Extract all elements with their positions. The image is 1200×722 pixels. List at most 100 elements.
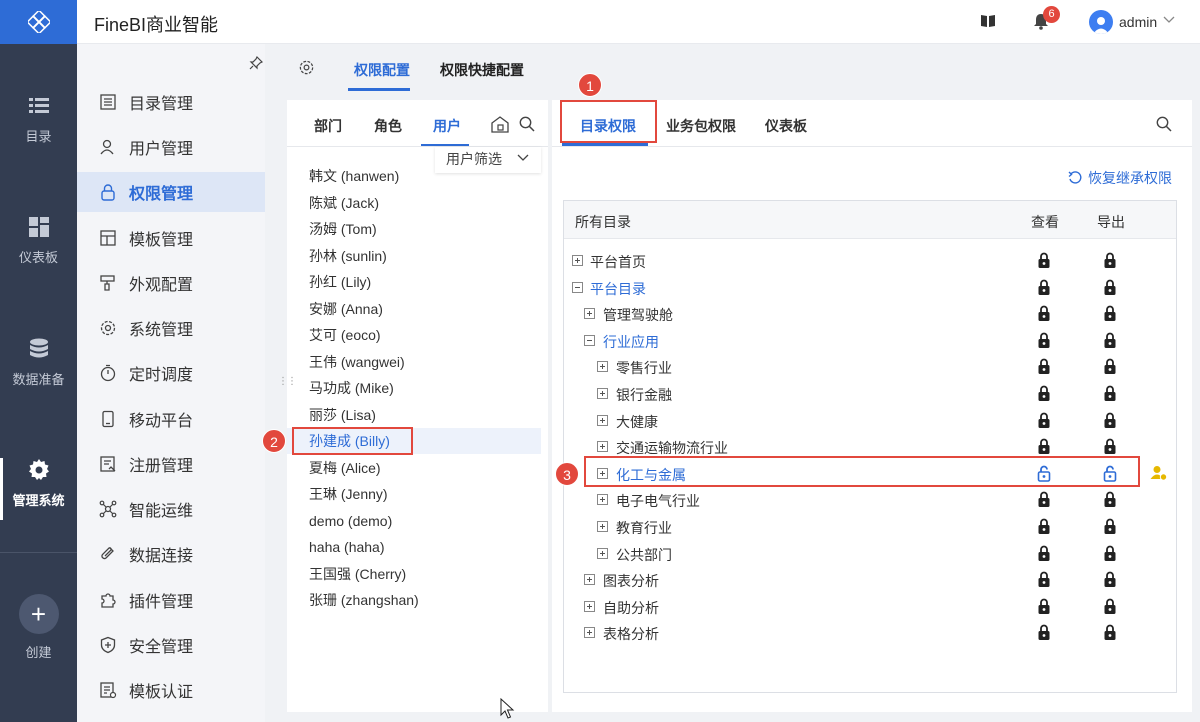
tree-row[interactable]: 银行金融 [564,381,1176,407]
restore-inherit-button[interactable]: 恢复继承权限 [1068,168,1172,188]
view-lock-icon[interactable] [1037,252,1051,269]
view-lock-icon[interactable] [1037,279,1051,296]
view-lock-icon[interactable] [1037,491,1051,508]
tree-node-label[interactable]: 平台目录 [590,279,646,299]
menu-item-register[interactable]: 注册管理 [77,444,265,484]
expand-icon[interactable] [597,388,608,399]
tree-row[interactable]: 电子电气行业 [564,487,1176,513]
book-icon[interactable] [980,14,996,28]
view-lock-icon[interactable] [1037,518,1051,535]
export-lock-icon[interactable] [1103,252,1117,269]
expand-icon[interactable] [597,547,608,559]
tree-row[interactable]: 表格分析 [564,620,1176,646]
view-lock-icon[interactable] [1037,571,1051,588]
export-lock-icon[interactable] [1103,598,1117,615]
menu-item-plugins[interactable]: 插件管理 [77,580,265,620]
tab-role[interactable]: 角色 [374,116,402,136]
view-lock-icon[interactable] [1037,305,1051,322]
view-lock-icon[interactable] [1037,332,1051,349]
user-row[interactable]: 汤姆 (Tom) [287,216,541,242]
expand-icon[interactable] [584,574,595,586]
tree-node-label[interactable]: 公共部门 [616,545,672,565]
export-lock-icon[interactable] [1103,305,1117,322]
view-lock-icon[interactable] [1037,412,1051,429]
menu-item-permissions[interactable]: 权限管理 [77,172,265,212]
tree-row[interactable]: 平台首页 [564,248,1176,274]
tree-node-label[interactable]: 表格分析 [603,624,659,644]
expand-icon[interactable] [597,361,608,373]
tab-quick-config[interactable]: 权限快捷配置 [440,60,524,80]
export-lock-icon[interactable] [1103,545,1117,562]
chevron-down-icon[interactable] [1163,16,1175,24]
tree-node-label[interactable]: 行业应用 [603,332,659,352]
pin-icon[interactable] [249,56,263,70]
tree-node-label[interactable]: 自助分析 [603,598,659,618]
user-row[interactable]: 陈斌 (Jack) [287,190,541,216]
menu-item-scheduler[interactable]: 定时调度 [77,353,265,393]
tab-package-permission[interactable]: 业务包权限 [666,116,736,136]
tree-row[interactable]: 自助分析 [564,594,1176,620]
tree-node-label[interactable]: 管理驾驶舱 [603,305,673,325]
user-row[interactable]: 王伟 (wangwei) [287,349,541,375]
tree-node-label[interactable]: 教育行业 [616,518,672,538]
rail-item-dashboard[interactable]: 仪表板 [0,215,77,266]
menu-item-catalog[interactable]: 目录管理 [77,82,265,122]
user-row[interactable]: 张珊 (zhangshan) [287,587,541,613]
export-lock-icon[interactable] [1103,412,1117,429]
tab-dashboard-permission[interactable]: 仪表板 [765,116,807,136]
view-lock-icon[interactable] [1037,545,1051,562]
menu-item-connections[interactable]: 数据连接 [77,534,265,574]
tree-row[interactable]: 平台目录 [564,275,1176,301]
export-lock-icon[interactable] [1103,624,1117,641]
export-lock-icon[interactable] [1103,358,1117,375]
rail-item-catalog[interactable]: 目录 [0,94,77,145]
user-row[interactable]: 王国强 (Cherry) [287,561,541,587]
user-row[interactable]: haha (haha) [287,534,541,560]
tree-node-label[interactable]: 零售行业 [616,358,672,378]
expand-icon[interactable] [597,414,608,426]
tree-row[interactable]: 零售行业 [564,354,1176,380]
collapse-icon[interactable] [572,281,583,293]
tree-node-label[interactable]: 银行金融 [616,385,672,405]
export-lock-icon[interactable] [1103,332,1117,349]
menu-item-certification[interactable]: 模板认证 [77,670,265,710]
user-row[interactable]: 孙红 (Lily) [287,269,541,295]
user-permission-icon[interactable] [1150,464,1168,482]
tree-node-label[interactable]: 平台首页 [590,252,646,272]
export-lock-icon[interactable] [1103,491,1117,508]
tab-permission-config[interactable]: 权限配置 [354,60,410,80]
view-lock-icon[interactable] [1037,624,1051,641]
rail-item-create[interactable]: + 创建 [0,594,77,661]
export-lock-icon[interactable] [1103,518,1117,535]
user-row[interactable]: 安娜 (Anna) [287,296,541,322]
search-icon[interactable] [1156,116,1172,132]
user-row[interactable]: 王琳 (Jenny) [287,481,541,507]
user-row[interactable]: 艾可 (eoco) [287,322,541,348]
expand-icon[interactable] [597,521,608,532]
expand-icon[interactable] [584,308,595,320]
menu-item-templates[interactable]: 模板管理 [77,218,265,258]
expand-icon[interactable] [584,600,595,612]
export-lock-icon[interactable] [1103,571,1117,588]
view-lock-icon[interactable] [1037,598,1051,615]
user-row[interactable]: 马功成 (Mike) [287,375,541,401]
menu-item-appearance[interactable]: 外观配置 [77,263,265,303]
view-lock-icon[interactable] [1037,358,1051,375]
tab-department[interactable]: 部门 [314,116,342,136]
tree-row[interactable]: 图表分析 [564,567,1176,593]
tree-row[interactable]: 管理驾驶舱 [564,301,1176,327]
rail-item-admin[interactable]: 管理系统 [0,458,77,509]
view-lock-icon[interactable] [1037,438,1051,455]
user-row[interactable]: 夏梅 (Alice) [287,455,541,481]
tree-row[interactable]: 教育行业 [564,514,1176,540]
tree-node-label[interactable]: 大健康 [616,412,658,432]
expand-icon[interactable] [584,627,595,639]
resize-handle[interactable]: ⋮⋮ [278,376,297,387]
tree-row[interactable]: 公共部门 [564,541,1176,567]
rail-item-data-prep[interactable]: 数据准备 [0,337,77,388]
tree-row[interactable]: 行业应用 [564,328,1176,354]
export-lock-icon[interactable] [1103,385,1117,402]
menu-item-security[interactable]: 安全管理 [77,625,265,665]
tree-row[interactable]: 大健康 [564,408,1176,434]
expand-icon[interactable] [597,494,608,506]
